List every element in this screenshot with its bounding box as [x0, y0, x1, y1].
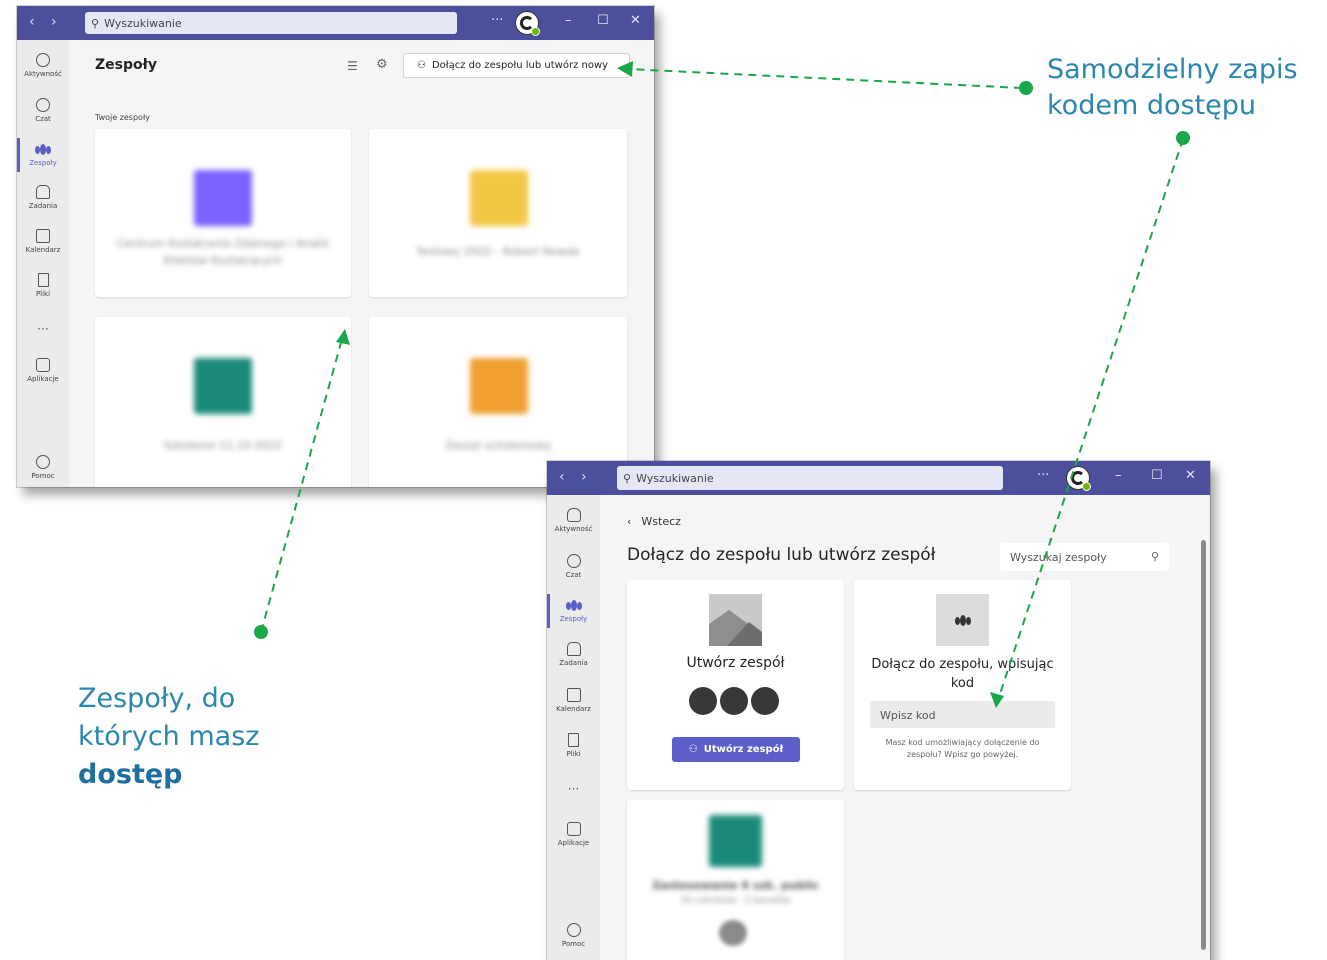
arrow-dot	[1176, 131, 1190, 145]
arrowhead	[617, 61, 633, 77]
arrow-dot	[254, 625, 268, 639]
annotation-arrows	[254, 61, 1190, 708]
arrow-line-team-cards	[260, 338, 343, 633]
arrowhead	[990, 692, 1004, 708]
annotation-teams-access: Zespoły, do których masz dostęp	[78, 680, 288, 794]
annotation-teams-access-text: Zespoły, do których masz	[78, 683, 260, 752]
annotation-code-access: Samodzielny zapis kodem dostępu	[1047, 54, 1298, 121]
arrow-line-code-input	[998, 138, 1184, 698]
arrowhead	[336, 329, 350, 345]
arrow-line-join-button	[627, 68, 1023, 89]
arrow-dot	[1019, 81, 1033, 95]
annotation-teams-access-bold: dostęp	[78, 759, 183, 790]
